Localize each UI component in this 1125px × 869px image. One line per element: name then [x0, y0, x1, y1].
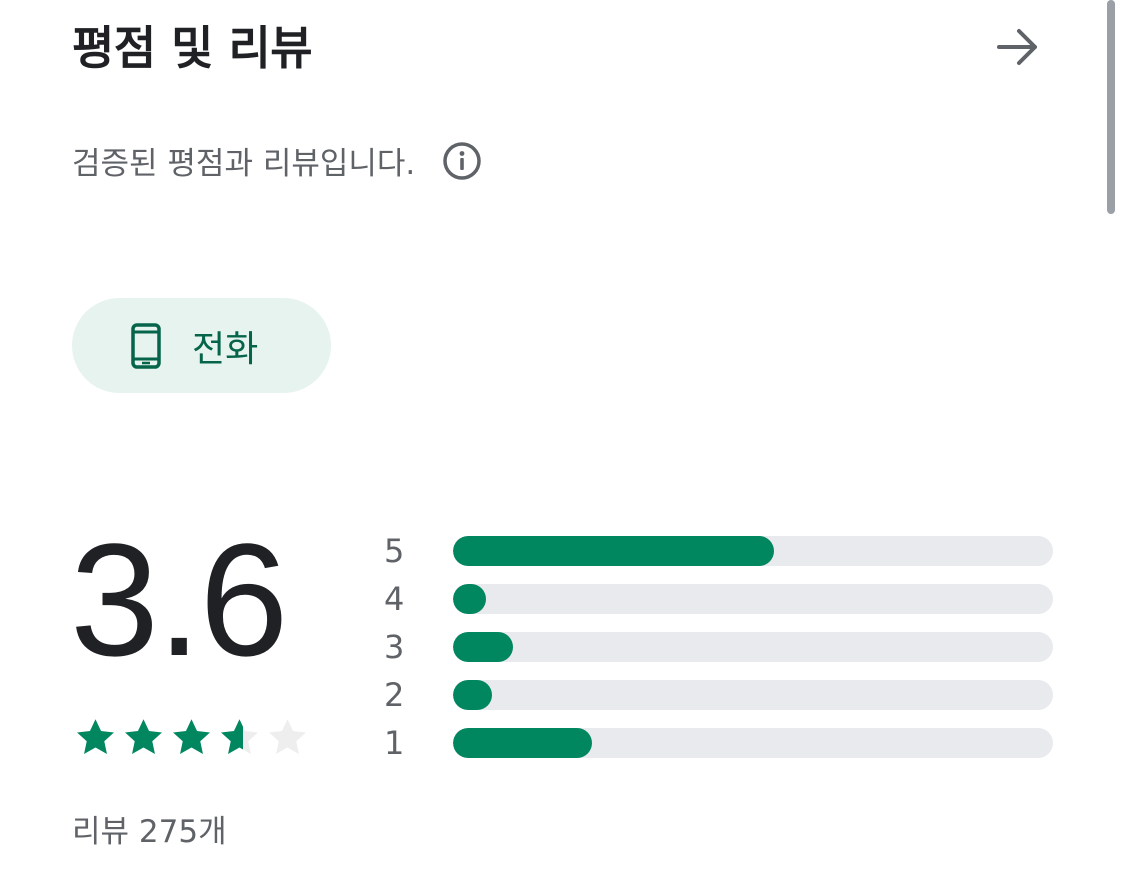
star-full-icon	[77, 719, 114, 754]
histogram-bar-fill	[453, 536, 774, 566]
info-icon	[443, 141, 482, 180]
histogram-track	[453, 632, 1053, 662]
histogram-row-4: 4	[384, 575, 1053, 623]
histogram-track	[453, 536, 1053, 566]
chip-label: 전화	[192, 328, 259, 370]
rating-histogram: 5 4 3 2 1	[384, 527, 1053, 767]
star-rating	[74, 716, 309, 759]
star-half-icon	[221, 719, 258, 754]
histogram-track	[453, 680, 1053, 710]
star-empty-icon	[269, 719, 306, 754]
ratings-reviews-section: 평점 및 리뷰 검증된 평점과 리뷰입니다. 전화 3.6 리뷰 275개 5 4…	[0, 0, 1125, 869]
review-count: 리뷰 275개	[72, 814, 227, 850]
histogram-track	[453, 728, 1053, 758]
info-button[interactable]	[441, 140, 483, 182]
histogram-label: 3	[384, 628, 405, 666]
histogram-bar-fill	[453, 680, 492, 710]
verified-note: 검증된 평점과 리뷰입니다.	[72, 138, 483, 183]
scrollbar-thumb[interactable]	[1107, 0, 1115, 214]
histogram-bar-fill	[453, 632, 513, 662]
histogram-label: 5	[384, 532, 405, 570]
see-all-button[interactable]	[990, 22, 1046, 72]
section-title: 평점 및 리뷰	[72, 21, 313, 75]
verified-text: 검증된 평점과 리뷰입니다.	[72, 146, 416, 182]
histogram-track	[453, 584, 1053, 614]
histogram-row-5: 5	[384, 527, 1053, 575]
histogram-label: 2	[384, 676, 405, 714]
histogram-label: 4	[384, 580, 405, 618]
histogram-row-3: 3	[384, 623, 1053, 671]
star-full-icon	[173, 719, 210, 754]
average-rating: 3.6	[70, 510, 288, 689]
arrow-right-icon	[997, 29, 1037, 65]
histogram-label: 1	[384, 724, 405, 762]
histogram-bar-fill	[453, 728, 593, 758]
star-full-icon	[125, 719, 162, 754]
phone-icon	[131, 322, 161, 369]
histogram-bar-fill	[453, 584, 486, 614]
device-filter-chip-phone[interactable]: 전화	[72, 298, 331, 393]
histogram-row-2: 2	[384, 671, 1053, 719]
histogram-row-1: 1	[384, 719, 1053, 767]
